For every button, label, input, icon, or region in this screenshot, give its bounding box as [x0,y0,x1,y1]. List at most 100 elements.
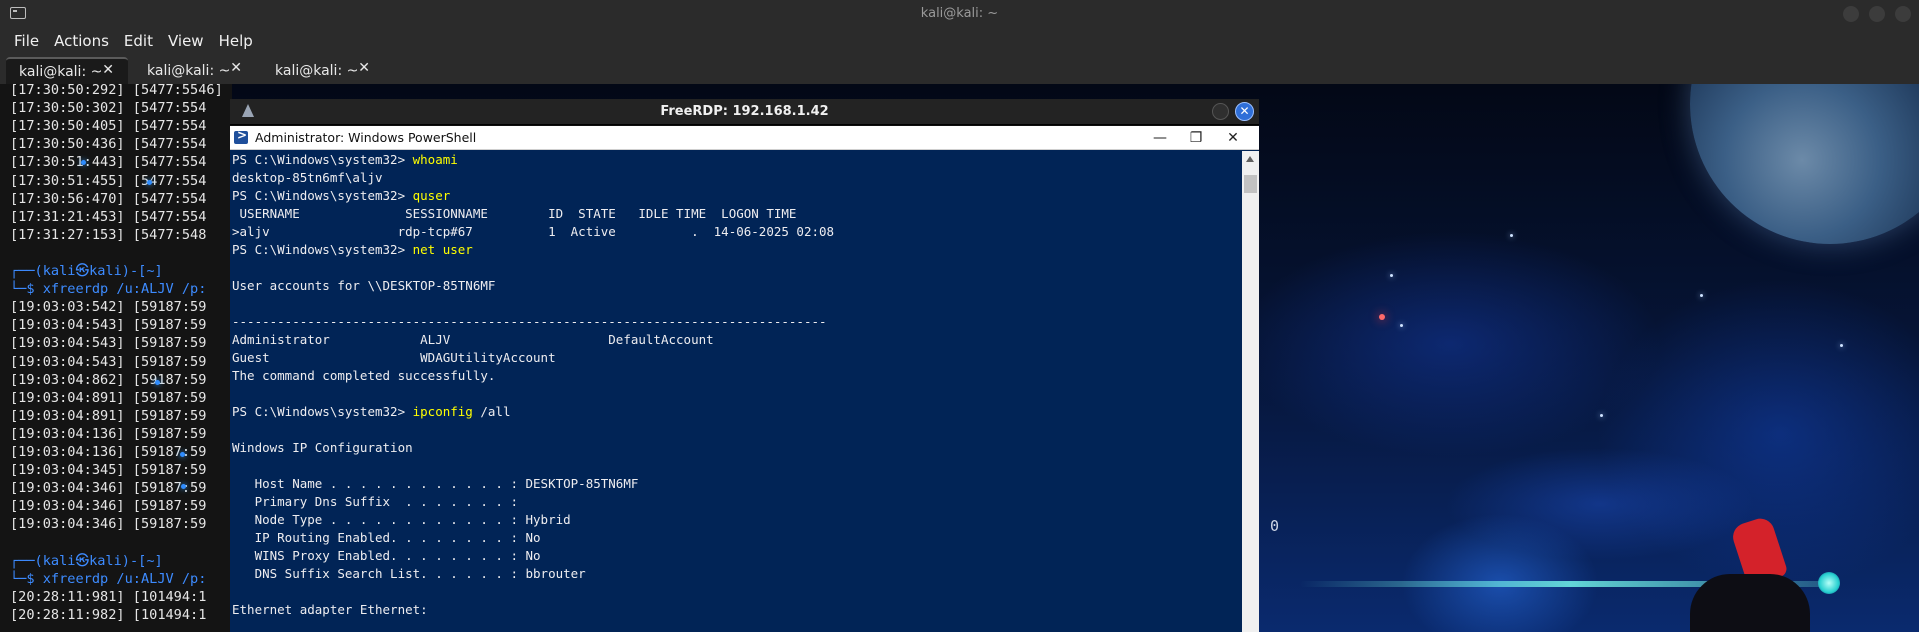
terminal-line: [17:30:51:443] [5477:554 [10,154,207,171]
ps-output: IP Routing Enabled. . . . . . . . : No [232,530,541,545]
freerdp-window[interactable]: FreeRDP: 192.168.1.42 ✕ Administrator: W… [230,99,1259,632]
kali-terminal[interactable]: [17:30:50:292] [5477:5546] [INFO][com.fr… [0,84,232,632]
ps-output: >aljv rdp-tcp#67 1 Active . 14-06-2025 0… [232,224,835,239]
star-icon [1390,274,1393,277]
terminal-line: [17:30:50:436] [5477:554 [10,136,207,153]
terminal-line: [17:30:50:405] [5477:554 [10,118,207,135]
ps-line: desktop-85tn6mf\aljv [232,169,383,187]
star-icon [1700,294,1703,297]
ps-close-button[interactable]: ✕ [1215,126,1251,150]
star-icon [1400,324,1403,327]
ps-line: Windows IP Configuration [232,439,413,457]
terminal-titlebar: kali@kali: ~ [0,0,1919,28]
terminal-line: [19:03:04:136] [59187:59 [10,425,207,442]
glow-dot [81,160,86,165]
menu-view[interactable]: View [168,32,204,50]
tab-3[interactable]: kali@kali: ~ ✕ [262,57,384,84]
ps-line: USERNAME SESSIONNAME ID STATE IDLE TIME … [232,205,797,223]
light-orb-graphic [1818,572,1840,594]
ps-output: DNS Suffix Search List. . . . . . : bbro… [232,566,586,581]
menu-help[interactable]: Help [219,32,253,50]
tab-close-icon[interactable]: ✕ [358,60,370,76]
ps-output: User accounts for \\DESKTOP-85TN6MF [232,278,496,293]
ps-output: Node Type . . . . . . . . . . . . : Hybr… [232,512,571,527]
terminal-line: [17:30:56:470] [5477:554 [10,190,207,207]
ps-line: PS C:\Windows\system32> whoami [232,151,458,169]
ps-prompt: PS C:\Windows\system32> [232,242,413,257]
glow-dot [147,180,152,185]
star-icon [1379,314,1385,320]
planet-image [1690,84,1919,244]
tab-close-icon[interactable]: ✕ [102,62,114,78]
terminal-line: [20:28:11:982] [101494:1 [10,606,207,623]
scroll-up-icon[interactable] [1246,156,1254,162]
ps-line: Guest WDAGUtilityAccount [232,349,556,367]
ps-line: Primary Dns Suffix . . . . . . . : [232,493,518,511]
terminal-line: [19:03:04:862] [59187:59 [10,371,207,388]
ps-prompt: PS C:\Windows\system32> [232,404,413,419]
ps-line: PS C:\Windows\system32> net user [232,241,473,259]
terminal-line: [19:03:03:542] [59187:59 [10,299,207,316]
freerdp-minimize-button[interactable] [1212,103,1229,120]
terminal-line: [19:03:04:543] [59187:59 [10,317,207,334]
ps-command: ipconfig [412,404,473,419]
powershell-title: Administrator: Windows PowerShell [255,130,477,145]
ps-output: Guest WDAGUtilityAccount [232,350,556,365]
terminal-line: [17:31:27:153] [5477:548 [10,226,207,243]
terminal-line: [17:30:50:302] [5477:554 [10,100,207,117]
terminal-line: [19:03:04:346] [59187:59 [10,498,207,515]
menu-file[interactable]: File [14,32,39,50]
terminal-line: [19:03:04:345] [59187:59 [10,462,207,479]
ps-command: quser [412,188,451,203]
ps-line: Host Name . . . . . . . . . . . . : DESK… [232,475,639,493]
glow-dot [181,484,186,489]
terminal-line: └─$ xfreerdp /u:ALJV /p: [10,570,207,587]
terminal-line: [19:03:04:136] [59187:59 [10,444,207,460]
freerdp-close-button[interactable]: ✕ [1235,102,1254,121]
ps-output: WINS Proxy Enabled. . . . . . . . : No [232,548,541,563]
ps-output: Ethernet adapter Ethernet: [232,602,428,617]
star-icon [1840,344,1843,347]
ps-output: ----------------------------------------… [232,314,827,329]
terminal-line: [17:30:50:292] [5477:5546] [INFO][com.fr… [10,84,232,98]
scroll-thumb[interactable] [1244,175,1257,193]
ps-line: PS C:\Windows\system32> quser [232,187,450,205]
glow-dot [180,452,185,457]
ps-line: Node Type . . . . . . . . . . . . : Hybr… [232,511,571,529]
tab-1[interactable]: kali@kali: ~ ✕ [6,57,128,84]
terminal-line: [19:03:04:543] [59187:59 [10,353,207,370]
ps-output: USERNAME SESSIONNAME ID STATE IDLE TIME … [232,206,797,221]
tab-label: kali@kali: ~ [19,63,103,80]
minimize-button[interactable] [1843,6,1859,22]
ps-line: WINS Proxy Enabled. . . . . . . . : No [232,547,541,565]
terminal-line: └─$ xfreerdp /u:ALJV /p: [10,281,207,298]
ps-scrollbar[interactable] [1242,151,1259,632]
ps-output: The command completed successfully. [232,368,496,383]
ps-line: DNS Suffix Search List. . . . . . : bbro… [232,565,586,583]
ps-prompt: PS C:\Windows\system32> [232,188,413,203]
powershell-titlebar: Administrator: Windows PowerShell — ❐ ✕ [230,126,1259,150]
powershell-window[interactable]: Administrator: Windows PowerShell — ❐ ✕ … [230,126,1259,632]
tab-close-icon[interactable]: ✕ [230,60,242,76]
maximize-button[interactable] [1869,6,1885,22]
menu-actions[interactable]: Actions [54,32,109,50]
close-button[interactable] [1895,6,1911,22]
terminal-line: ┌──(kali㉿kali)-[~] [10,263,163,279]
ps-command: net user [412,242,473,257]
tab-label: kali@kali: ~ [275,62,359,79]
freerdp-title: FreeRDP: 192.168.1.42 [660,104,829,119]
ps-output: Primary Dns Suffix . . . . . . . : [232,494,518,509]
terminal-line: [19:03:04:346] [59187:59 [10,516,207,533]
terminal-line: [17:31:21:453] [5477:554 [10,208,207,225]
ps-output: Administrator ALJV DefaultAccount [232,332,714,347]
glow-dot [155,380,160,385]
ps-output: Windows IP Configuration [232,440,413,455]
desktop-counter-text: 0 [1270,517,1280,535]
ps-command: whoami [412,152,458,167]
ps-line: Administrator ALJV DefaultAccount [232,331,714,349]
ps-restore-button[interactable]: ❐ [1178,126,1214,150]
menu-edit[interactable]: Edit [124,32,153,50]
powershell-console[interactable]: PS C:\Windows\system32> whoami desktop-85… [232,151,1237,631]
tab-2[interactable]: kali@kali: ~ ✕ [134,57,256,84]
ps-minimize-button[interactable]: — [1142,126,1178,150]
